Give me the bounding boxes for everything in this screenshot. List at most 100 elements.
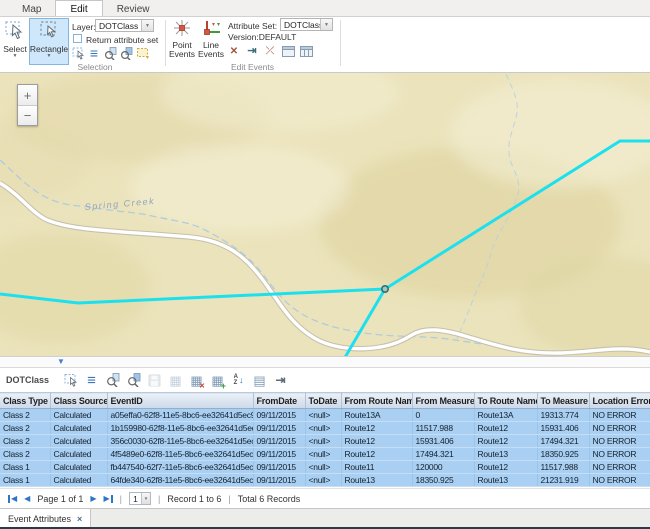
tab-edit[interactable]: Edit (55, 0, 102, 16)
table-cell: Route12 (474, 435, 537, 448)
event-window-icon[interactable] (281, 44, 295, 58)
add-records-icon[interactable]: ▦+ (210, 373, 225, 388)
column-header[interactable]: From Route Name (341, 393, 412, 409)
table-row[interactable]: Class 2Calculated356c0030-62f8-11e5-8bc6… (0, 435, 650, 448)
table-cell: NO ERROR (589, 409, 650, 422)
table-cell: Calculated (50, 422, 107, 435)
layer-dropdown-value: DOTClass (96, 21, 141, 31)
table-cell: NO ERROR (589, 422, 650, 435)
pan-to-selection-icon[interactable] (119, 46, 133, 60)
select-tool-button[interactable]: Select ▼ (2, 18, 28, 65)
attribute-set-dropdown-caret-icon[interactable]: ▼ (320, 19, 332, 30)
table-cell: 09/11/2015 (253, 409, 305, 422)
table-cell: 21231.919 (537, 474, 589, 487)
zoom-in-button[interactable]: + (18, 85, 37, 105)
total-records-text: Total 6 Records (238, 494, 301, 504)
page-number-dropdown[interactable]: 1 ▼ (129, 492, 151, 505)
measure-records-icon[interactable]: ⇥ (273, 373, 288, 388)
point-events-button[interactable]: Point Events (167, 19, 197, 59)
first-page-button[interactable]: ◀ (8, 495, 17, 503)
column-header[interactable]: FromDate (253, 393, 305, 409)
zoom-to-selected-icon[interactable] (105, 373, 120, 388)
open-attributes-form-icon[interactable]: ▤ (252, 373, 267, 388)
table-row[interactable]: Class 2Calculated1b159980-62f8-11e5-8bc6… (0, 422, 650, 435)
table-cell: <null> (305, 422, 341, 435)
event-table-icon[interactable] (299, 44, 313, 58)
select-caret-icon[interactable]: ▼ (13, 54, 18, 58)
collapse-panel-icon[interactable]: ▼ (57, 357, 65, 367)
panel-splitter[interactable]: ▼ (0, 356, 650, 368)
zoom-to-selection-icon[interactable] (103, 46, 117, 60)
tab-map[interactable]: Map (8, 0, 55, 16)
sort-records-icon[interactable]: AZ ↓ (231, 373, 246, 388)
save-edits-icon[interactable] (147, 373, 162, 388)
pager-bar: ◀ ◀ Page 1 of 1 ▶ ▶ | 1 ▼ | Record 1 to … (0, 488, 650, 508)
table-row[interactable]: Class 2Calculateda05effa0-62f8-11e5-8bc6… (0, 409, 650, 422)
point-events-icon (171, 19, 193, 41)
column-header[interactable]: Location Error (589, 393, 650, 409)
table-cell: Class 2 (0, 435, 50, 448)
return-attribute-set-label: Return attribute set (86, 35, 158, 45)
next-page-button[interactable]: ▶ (90, 495, 96, 503)
select-records-icon[interactable] (63, 373, 78, 388)
show-selected-records-icon[interactable]: ≡ (84, 373, 99, 388)
split-event-icon[interactable]: ✕ (227, 44, 241, 58)
table-cell: Route13A (341, 409, 412, 422)
line-events-label: Line Events (197, 41, 225, 59)
column-header[interactable]: Class Source (50, 393, 107, 409)
rectangle-caret-icon[interactable]: ▼ (47, 54, 52, 58)
column-header[interactable]: EventID (107, 393, 253, 409)
delete-records-icon[interactable]: ▦✕ (189, 373, 204, 388)
version-label: Version:DEFAULT (228, 32, 296, 42)
table-cell: 09/11/2015 (253, 422, 305, 435)
attribute-set-dropdown[interactable]: DOTClass ▼ (280, 18, 333, 31)
edit-events-group-label: Edit Events (215, 62, 290, 72)
table-row[interactable]: Class 1Calculatedfb447540-62f7-11e5-8bc6… (0, 461, 650, 474)
map-view[interactable]: Spring Creek + − (0, 73, 650, 356)
tab-event-attributes[interactable]: Event Attributes × (0, 509, 91, 529)
table-cell: 09/11/2015 (253, 461, 305, 474)
pan-to-selected-icon[interactable] (126, 373, 141, 388)
table-cell: 09/11/2015 (253, 448, 305, 461)
table-cell: Route13A (474, 409, 537, 422)
column-header[interactable]: Class Type (0, 393, 50, 409)
line-events-icon (200, 19, 222, 41)
map-zoom-control: + − (17, 84, 38, 126)
close-tab-icon[interactable]: × (77, 514, 82, 524)
route-junction-vertex[interactable] (382, 286, 388, 292)
attribute-panel-toolbar: DOTClass ≡ ▦ ▦✕ ▦+ AZ ↓ (0, 368, 650, 392)
zoom-out-button[interactable]: − (18, 105, 37, 125)
page-number-value: 1 (130, 494, 141, 504)
rectangle-tool-button[interactable]: Rectangle ▼ (29, 18, 69, 65)
layer-dropdown-caret-icon[interactable]: ▼ (141, 20, 153, 31)
last-page-button[interactable]: ▶ (104, 495, 113, 503)
table-cell: 356c0030-62f8-11e5-8bc6-ee32641d5ec9 (107, 435, 253, 448)
line-events-button[interactable]: Line Events (196, 19, 226, 59)
select-features-icon[interactable] (71, 46, 85, 60)
page-number-caret-icon[interactable]: ▼ (141, 493, 150, 504)
previous-page-button[interactable]: ◀ (24, 495, 30, 503)
column-header[interactable]: From Measure (412, 393, 474, 409)
tab-review[interactable]: Review (103, 0, 164, 16)
table-cell: a05effa0-62f8-11e5-8bc6-ee32641d5ec9 (107, 409, 253, 422)
layer-dropdown[interactable]: DOTClass ▼ (95, 19, 154, 32)
table-cell: Route12 (341, 448, 412, 461)
table-cell: Calculated (50, 461, 107, 474)
measure-event-icon[interactable]: ⇥ (245, 44, 259, 58)
group-divider (340, 20, 341, 66)
reshape-event-icon[interactable]: ⤫ (263, 44, 277, 58)
table-cell: 64fde340-62f8-11e5-8bc6-ee32641d5ec9 (107, 474, 253, 487)
switch-table-icon[interactable]: ▦ (168, 373, 183, 388)
selection-list-icon[interactable]: ≡ (87, 46, 101, 60)
return-attribute-set-checkbox[interactable] (73, 34, 82, 43)
table-row[interactable]: Class 1Calculated64fde340-62f8-11e5-8bc6… (0, 474, 650, 487)
table-row[interactable]: Class 2Calculated4f5489e0-62f8-11e5-8bc6… (0, 448, 650, 461)
app-window: Map Edit Review Select ▼ Rectan (0, 0, 650, 529)
column-header[interactable]: To Measure (537, 393, 589, 409)
column-header[interactable]: ToDate (305, 393, 341, 409)
table-cell: Class 1 (0, 461, 50, 474)
selection-options-icon[interactable]: ▼ (135, 46, 149, 60)
column-header[interactable]: To Route Name (474, 393, 537, 409)
ribbon: Select ▼ Rectangle ▼ Layer: DOTClass ▼ R… (0, 17, 650, 73)
table-cell: <null> (305, 474, 341, 487)
